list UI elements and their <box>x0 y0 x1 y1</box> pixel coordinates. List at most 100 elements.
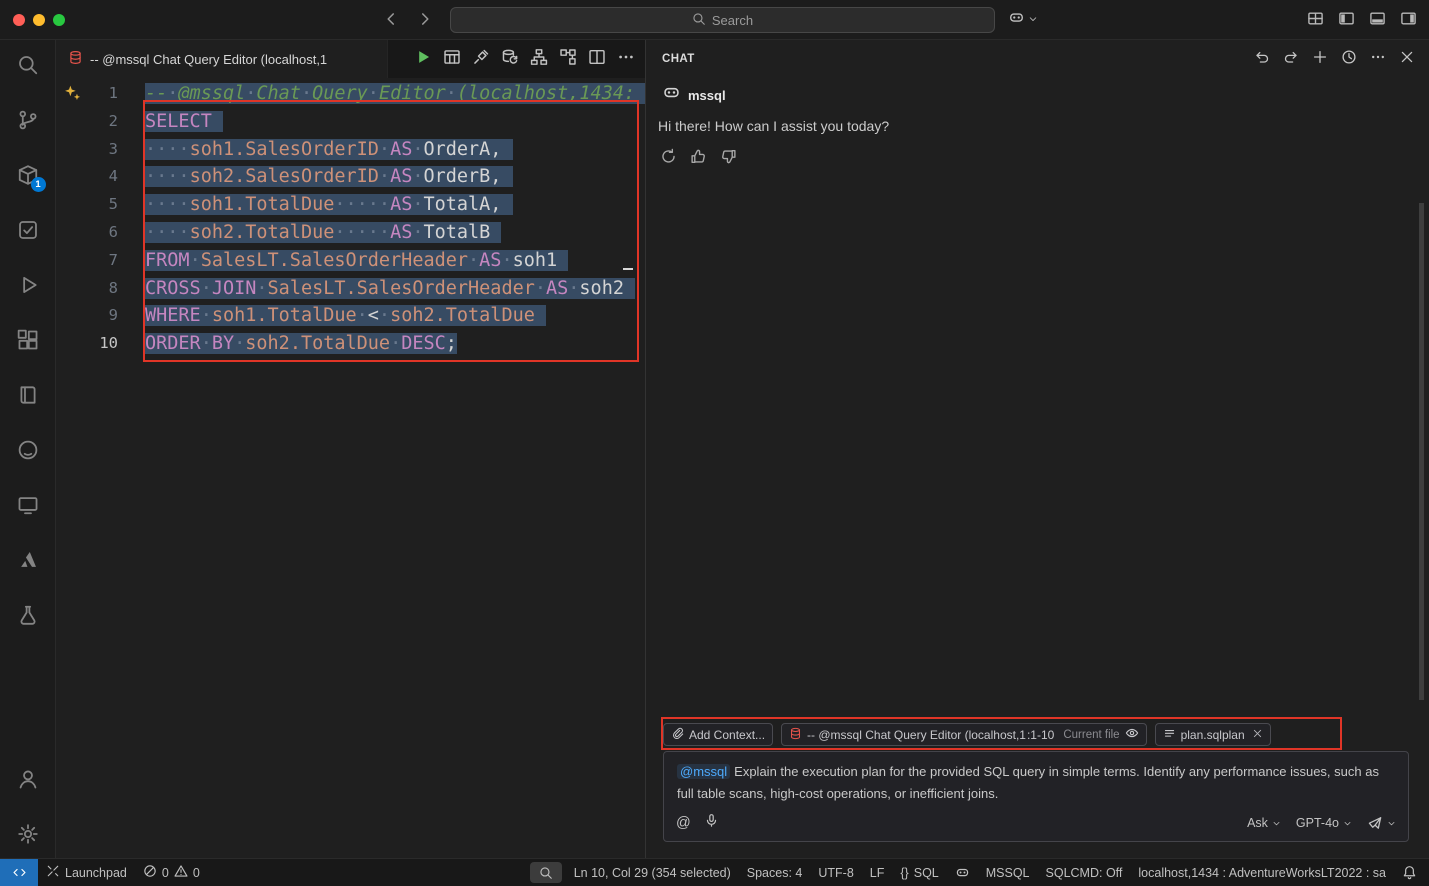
extensions-icon[interactable] <box>16 328 40 352</box>
azure-icon[interactable] <box>16 548 40 572</box>
warning-icon <box>174 864 188 881</box>
current-file-chip[interactable]: -- @mssql Chat Query Editor (localhost,1… <box>781 723 1147 746</box>
prompt-body: Explain the execution plan for the provi… <box>677 764 1379 801</box>
close-icon[interactable] <box>1399 49 1415 70</box>
chat-prompt-text[interactable]: @mssqlExplain the execution plan for the… <box>664 752 1408 806</box>
add-context-button[interactable]: Add Context... <box>663 723 773 746</box>
change-connection-icon[interactable] <box>501 48 519 71</box>
copilot-sparkle-icon[interactable] <box>64 84 81 106</box>
navigate-back-icon[interactable] <box>382 10 400 33</box>
github-icon[interactable] <box>16 438 40 462</box>
navigate-forward-icon[interactable] <box>416 10 434 33</box>
source-control-icon[interactable] <box>16 108 40 132</box>
mssql-label: MSSQL <box>986 866 1030 880</box>
cursor-position-status[interactable]: Ln 10, Col 29 (354 selected) <box>566 859 739 886</box>
remote-indicator[interactable] <box>0 859 38 886</box>
close-window-button[interactable] <box>13 14 25 26</box>
mention-at-button[interactable]: @ <box>676 815 691 831</box>
search-icon <box>692 12 706 29</box>
checklist-icon[interactable] <box>16 218 40 242</box>
zoom-indicator[interactable] <box>530 862 562 883</box>
plan-chip-label: plan.sqlplan <box>1181 728 1245 742</box>
notifications-bell-icon[interactable] <box>1394 859 1429 886</box>
send-button[interactable] <box>1367 815 1396 831</box>
package-icon[interactable]: 1 <box>16 163 40 187</box>
plan-file-chip[interactable]: plan.sqlplan <box>1155 723 1271 746</box>
language-mode-status[interactable]: {} SQL <box>892 859 946 886</box>
connect-plug-icon[interactable] <box>472 48 490 71</box>
toggle-secondary-sidebar-icon[interactable] <box>1400 10 1417 32</box>
indentation-label: Spaces: 4 <box>747 866 803 880</box>
selected-code-text: SELECT <box>145 111 223 132</box>
command-center-search[interactable]: Search <box>450 7 995 33</box>
remote-explorer-icon[interactable] <box>16 493 40 517</box>
editor-tab-bar: -- @mssql Chat Query Editor (localhost,1 <box>56 40 645 78</box>
copilot-menu-button[interactable] <box>1008 9 1038 31</box>
toggle-panel-icon[interactable] <box>1369 10 1386 32</box>
redo-icon[interactable] <box>1283 49 1299 70</box>
chat-input-box[interactable]: @mssqlExplain the execution plan for the… <box>663 751 1409 842</box>
status-bar: Launchpad 0 0 Ln 10, Col 29 (354 selecte… <box>0 858 1429 886</box>
editor-group: -- @mssql Chat Query Editor (localhost,1… <box>56 40 646 858</box>
eol-status[interactable]: LF <box>862 859 893 886</box>
code-line[interactable]: 10ORDER·BY·soh2.TotalDue·DESC; <box>56 330 645 358</box>
launchpad-status[interactable]: Launchpad <box>38 859 135 886</box>
chevron-down-icon <box>1272 819 1281 828</box>
toggle-primary-sidebar-icon[interactable] <box>1338 10 1355 32</box>
copilot-status[interactable] <box>947 859 978 886</box>
vscode-window: Search 1 <box>0 0 1429 886</box>
minimize-window-button[interactable] <box>33 14 45 26</box>
results-grid-icon[interactable] <box>443 48 461 71</box>
remove-attachment-icon[interactable] <box>1252 728 1263 742</box>
settings-gear-icon[interactable] <box>16 822 40 846</box>
code-line[interactable]: 6····soh2.TotalDue·····AS·TotalB <box>56 219 645 247</box>
more-actions-icon[interactable] <box>617 48 635 71</box>
indentation-status[interactable]: Spaces: 4 <box>739 859 811 886</box>
run-query-button[interactable] <box>414 48 432 71</box>
code-line[interactable]: 8CROSS·JOIN·SalesLT.SalesOrderHeader·AS·… <box>56 275 645 303</box>
selected-code-text: ····soh2.TotalDue·····AS·TotalB <box>145 222 501 243</box>
schema-designer-icon[interactable] <box>530 48 548 71</box>
thumbs-down-icon[interactable] <box>720 148 737 170</box>
mode-picker[interactable]: Ask <box>1247 816 1281 830</box>
chevron-down-icon <box>1028 11 1038 29</box>
zoom-window-button[interactable] <box>53 14 65 26</box>
problems-status[interactable]: 0 0 <box>135 859 208 886</box>
code-editor[interactable]: 1--·@mssql·Chat·Query·Editor·(localhost,… <box>56 78 645 858</box>
context-attachments-row: Add Context... -- @mssql Chat Query Edit… <box>663 718 1409 751</box>
eye-icon[interactable] <box>1125 726 1139 743</box>
chat-history-icon[interactable] <box>1341 49 1357 70</box>
database-file-icon <box>68 50 83 68</box>
run-debug-icon[interactable] <box>16 273 40 297</box>
accounts-icon[interactable] <box>16 767 40 791</box>
line-number: 3 <box>56 136 118 164</box>
thumbs-up-icon[interactable] <box>690 148 707 170</box>
code-line[interactable]: 2SELECT <box>56 108 645 136</box>
code-line[interactable]: 9WHERE·soh1.TotalDue·<·soh2.TotalDue <box>56 302 645 330</box>
database-projects-icon[interactable] <box>16 603 40 627</box>
model-picker[interactable]: GPT-4o <box>1296 816 1352 830</box>
chat-scrollbar[interactable] <box>1419 203 1424 700</box>
new-chat-icon[interactable] <box>1312 49 1328 70</box>
regenerate-icon[interactable] <box>660 148 677 170</box>
encoding-status[interactable]: UTF-8 <box>810 859 861 886</box>
undo-icon[interactable] <box>1254 49 1270 70</box>
microphone-icon[interactable] <box>704 813 719 833</box>
more-actions-icon[interactable] <box>1370 49 1386 70</box>
customize-layout-icon[interactable] <box>1307 10 1324 32</box>
chat-mention[interactable]: @mssql <box>677 764 730 779</box>
docs-book-icon[interactable] <box>16 383 40 407</box>
query-plan-icon[interactable] <box>559 48 577 71</box>
code-line[interactable]: 5····soh1.TotalDue·····AS·TotalA, <box>56 191 645 219</box>
sqlcmd-status[interactable]: SQLCMD: Off <box>1038 859 1131 886</box>
connection-status[interactable]: localhost,1434 : AdventureWorksLT2022 : … <box>1130 859 1394 886</box>
code-line[interactable]: 1--·@mssql·Chat·Query·Editor·(localhost,… <box>56 80 645 108</box>
code-line[interactable]: 7FROM·SalesLT.SalesOrderHeader·AS·soh1 <box>56 247 645 275</box>
code-line[interactable]: 4····soh2.SalesOrderID·AS·OrderB, <box>56 163 645 191</box>
code-line[interactable]: 3····soh1.SalesOrderID·AS·OrderA, <box>56 136 645 164</box>
braces-icon: {} <box>900 866 908 880</box>
mssql-status[interactable]: MSSQL <box>978 859 1038 886</box>
split-editor-icon[interactable] <box>588 48 606 71</box>
search-icon[interactable] <box>16 53 40 77</box>
editor-tab[interactable]: -- @mssql Chat Query Editor (localhost,1 <box>56 40 388 78</box>
